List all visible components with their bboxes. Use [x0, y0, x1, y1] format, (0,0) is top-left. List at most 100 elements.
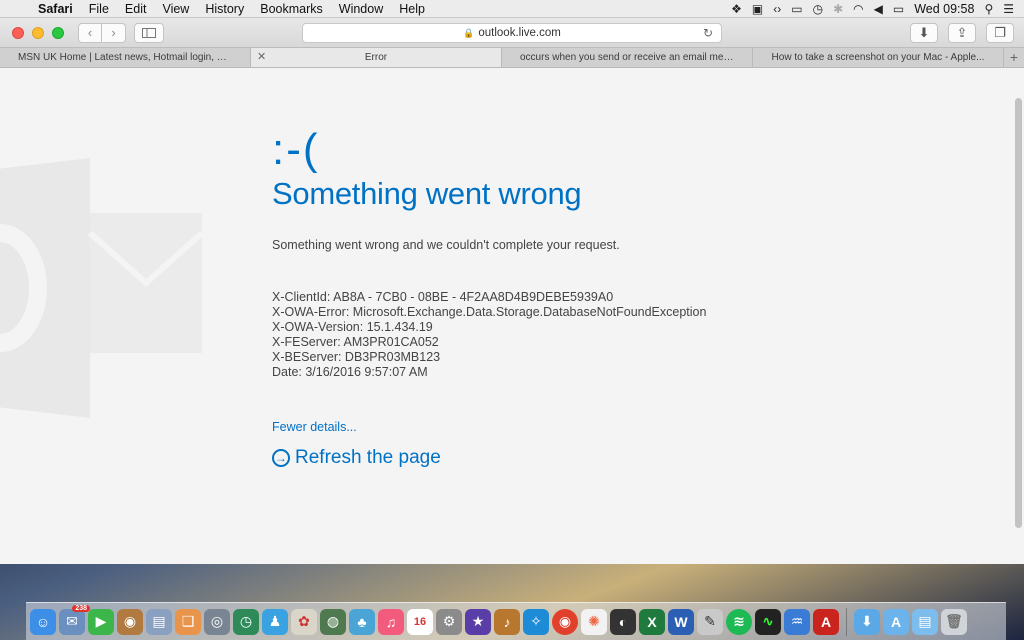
vertical-scrollbar[interactable]: [1015, 98, 1022, 528]
new-tab-button[interactable]: +: [1004, 48, 1024, 67]
preview-icon[interactable]: ▤: [146, 608, 172, 635]
photos-app-icon[interactable]: ✿: [291, 608, 317, 635]
menu-app-name[interactable]: Safari: [30, 0, 81, 18]
lock-icon: 🔒: [463, 27, 475, 38]
bluetooth-icon[interactable]: ✱: [833, 2, 843, 16]
volume-icon[interactable]: ◀: [874, 2, 883, 16]
error-details: X-ClientId: AB8A - 7CB0 - 08BE - 4F2AA8D…: [272, 290, 706, 380]
calendar-icon[interactable]: 16: [407, 608, 433, 635]
sad-face: :-(: [272, 125, 320, 174]
error-headline: Something went wrong: [272, 176, 582, 211]
fullscreen-window-button[interactable]: [52, 26, 64, 39]
time-machine-icon[interactable]: ◷: [813, 2, 823, 16]
battery-icon[interactable]: ▭: [893, 2, 904, 16]
page-content: :-( Something went wrong Something went …: [0, 68, 1024, 564]
tab-bar: MSN UK Home | Latest news, Hotmail login…: [0, 48, 1024, 68]
window-controls: [0, 26, 64, 39]
camino-icon[interactable]: ◍: [320, 608, 346, 635]
forward-button[interactable]: ›: [102, 22, 126, 43]
menu-edit[interactable]: Edit: [117, 0, 155, 18]
excel-icon[interactable]: X: [639, 608, 665, 635]
toolbar-right: ⬇ ⇪ ❐: [910, 23, 1014, 43]
reload-icon[interactable]: ↻: [703, 26, 713, 40]
refresh-page-link[interactable]: → Refresh the page: [272, 447, 706, 469]
dock-separator: [846, 607, 847, 636]
menu-bookmarks[interactable]: Bookmarks: [252, 0, 331, 18]
airplay-icon[interactable]: ▭: [791, 2, 802, 16]
tab-screenshot-help[interactable]: How to take a screenshot on your Mac - A…: [753, 48, 1004, 67]
word-icon[interactable]: W: [668, 608, 694, 635]
status-app-icon[interactable]: ▣: [752, 2, 763, 16]
contacts-icon[interactable]: ◉: [117, 608, 143, 635]
spotlight-search-icon[interactable]: ⚲: [984, 2, 993, 16]
detail-fe-server: X-FEServer: AM3PR01CA052: [272, 335, 439, 349]
close-window-button[interactable]: [12, 26, 24, 39]
garageband-icon[interactable]: ♪: [494, 608, 520, 635]
minimize-window-button[interactable]: [32, 26, 44, 39]
menubar-clock[interactable]: Wed 09:58: [914, 2, 974, 16]
dropbox-icon[interactable]: ❖: [731, 2, 742, 16]
audio-app-icon[interactable]: ♒: [784, 608, 810, 635]
system-preferences-icon[interactable]: ⚙: [436, 608, 462, 635]
spotify-icon[interactable]: ≋: [726, 608, 752, 635]
tab-error[interactable]: ✕ Error: [251, 48, 502, 67]
notification-center-icon[interactable]: ☰: [1003, 2, 1014, 16]
trash-icon[interactable]: 🗑: [941, 608, 967, 635]
itunes-icon[interactable]: ♫: [378, 608, 404, 635]
fewer-details-link[interactable]: Fewer details...: [272, 420, 706, 434]
downloads-button[interactable]: ⬇: [910, 23, 938, 43]
close-tab-icon[interactable]: ✕: [257, 48, 266, 67]
menu-view[interactable]: View: [154, 0, 197, 18]
error-panel: :-( Something went wrong Something went …: [272, 128, 706, 469]
detail-owa-version: X-OWA-Version: 15.1.434.19: [272, 320, 433, 334]
back-button[interactable]: ‹: [78, 22, 102, 43]
address-bar[interactable]: 🔒 outlook.live.com ↻: [302, 23, 722, 43]
time-machine-dock-icon[interactable]: ◷: [233, 608, 259, 635]
share-button[interactable]: ⇪: [948, 23, 976, 43]
calendar-day: 16: [413, 615, 427, 628]
dock: ☺ ✉ 238 ▶ ◉ ▤ ❑ ◎ ◷ ♟ ✿ ◍ ♣ ♫ 16 ⚙ ★ ♪ ✧ …: [26, 602, 1006, 640]
acrobat-icon[interactable]: A: [813, 608, 839, 635]
outlook-watermark-icon: [0, 158, 204, 418]
arrow-right-circle-icon: →: [272, 449, 290, 467]
dashboard-icon[interactable]: ◐: [610, 608, 636, 635]
activity-monitor-icon[interactable]: ∿: [755, 608, 781, 635]
refresh-page-label: Refresh the page: [295, 447, 441, 468]
disk-utility-icon[interactable]: ◎: [204, 608, 230, 635]
menu-file[interactable]: File: [81, 0, 117, 18]
network-icon[interactable]: ♣: [349, 608, 375, 635]
navigation-buttons: ‹ ›: [78, 22, 126, 43]
tab-error-label: Error: [364, 52, 388, 63]
books-icon[interactable]: ❑: [175, 608, 201, 635]
detail-client-id: X-ClientId: AB8A - 7CB0 - 08BE - 4F2AA8D…: [272, 290, 614, 304]
lync-icon[interactable]: ♟: [262, 608, 288, 635]
chrome-icon[interactable]: ◉: [552, 608, 578, 635]
safari-window: ‹ › 🔒 outlook.live.com ↻ ⬇ ⇪ ❐ MSN UK Ho…: [0, 18, 1024, 564]
browser-toolbar: ‹ › 🔒 outlook.live.com ↻ ⬇ ⇪ ❐: [0, 18, 1024, 48]
safari-icon[interactable]: ✧: [523, 608, 549, 635]
address-url: outlook.live.com: [478, 27, 561, 39]
mail-badge: 238: [72, 604, 90, 612]
textedit-icon[interactable]: ✎: [697, 608, 723, 635]
detail-date: Date: 3/16/2016 9:57:07 AM: [272, 365, 428, 379]
error-description: Something went wrong and we couldn't com…: [272, 238, 620, 252]
menu-window[interactable]: Window: [331, 0, 391, 18]
imovie-icon[interactable]: ★: [465, 608, 491, 635]
mail-icon[interactable]: ✉ 238: [59, 604, 90, 635]
code-icon[interactable]: ‹›: [773, 2, 781, 16]
facetime-icon[interactable]: ▶: [88, 608, 114, 635]
sidebar-toggle-button[interactable]: [134, 22, 164, 43]
documents-folder-icon[interactable]: ▤: [912, 608, 938, 635]
finder-icon[interactable]: ☺: [30, 608, 56, 635]
wifi-icon[interactable]: ◠: [853, 2, 863, 16]
photos-icon[interactable]: ✺: [581, 608, 607, 635]
tab-msn[interactable]: MSN UK Home | Latest news, Hotmail login…: [0, 48, 251, 67]
menu-history[interactable]: History: [197, 0, 252, 18]
menu-help[interactable]: Help: [391, 0, 433, 18]
show-tabs-button[interactable]: ❐: [986, 23, 1014, 43]
detail-be-server: X-BEServer: DB3PR03MB123: [272, 350, 441, 364]
downloads-folder-icon[interactable]: ⬇: [854, 608, 880, 635]
applications-folder-icon[interactable]: A: [883, 608, 909, 635]
tab-email-error[interactable]: occurs when you send or receive an email…: [502, 48, 753, 67]
menu-bar: Safari File Edit View History Bookmarks …: [0, 0, 1024, 18]
